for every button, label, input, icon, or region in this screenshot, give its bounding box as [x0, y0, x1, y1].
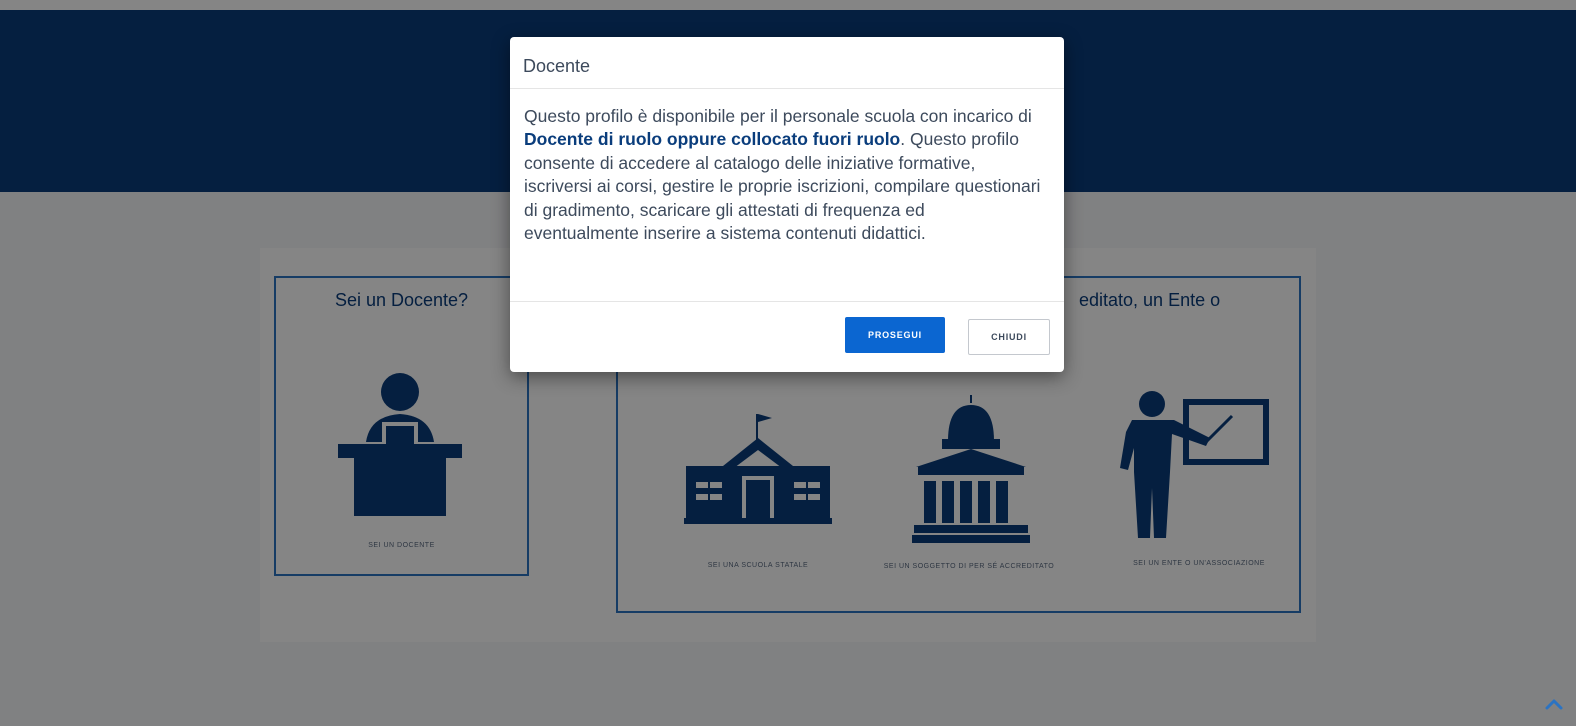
- prosegui-button[interactable]: PROSEGUI: [845, 317, 945, 353]
- modal-body-text-1: Questo profilo è disponibile per il pers…: [524, 106, 1032, 126]
- chiudi-button[interactable]: CHIUDI: [968, 319, 1050, 355]
- docente-modal: Docente Questo profilo è disponibile per…: [510, 37, 1064, 372]
- chevron-up-icon[interactable]: [1544, 694, 1564, 714]
- modal-body: Questo profilo è disponibile per il pers…: [510, 89, 1064, 301]
- modal-title: Docente: [510, 37, 1064, 89]
- modal-footer: PROSEGUI CHIUDI: [510, 301, 1064, 373]
- modal-body-bold: Docente di ruolo oppure collocato fuori …: [524, 129, 901, 150]
